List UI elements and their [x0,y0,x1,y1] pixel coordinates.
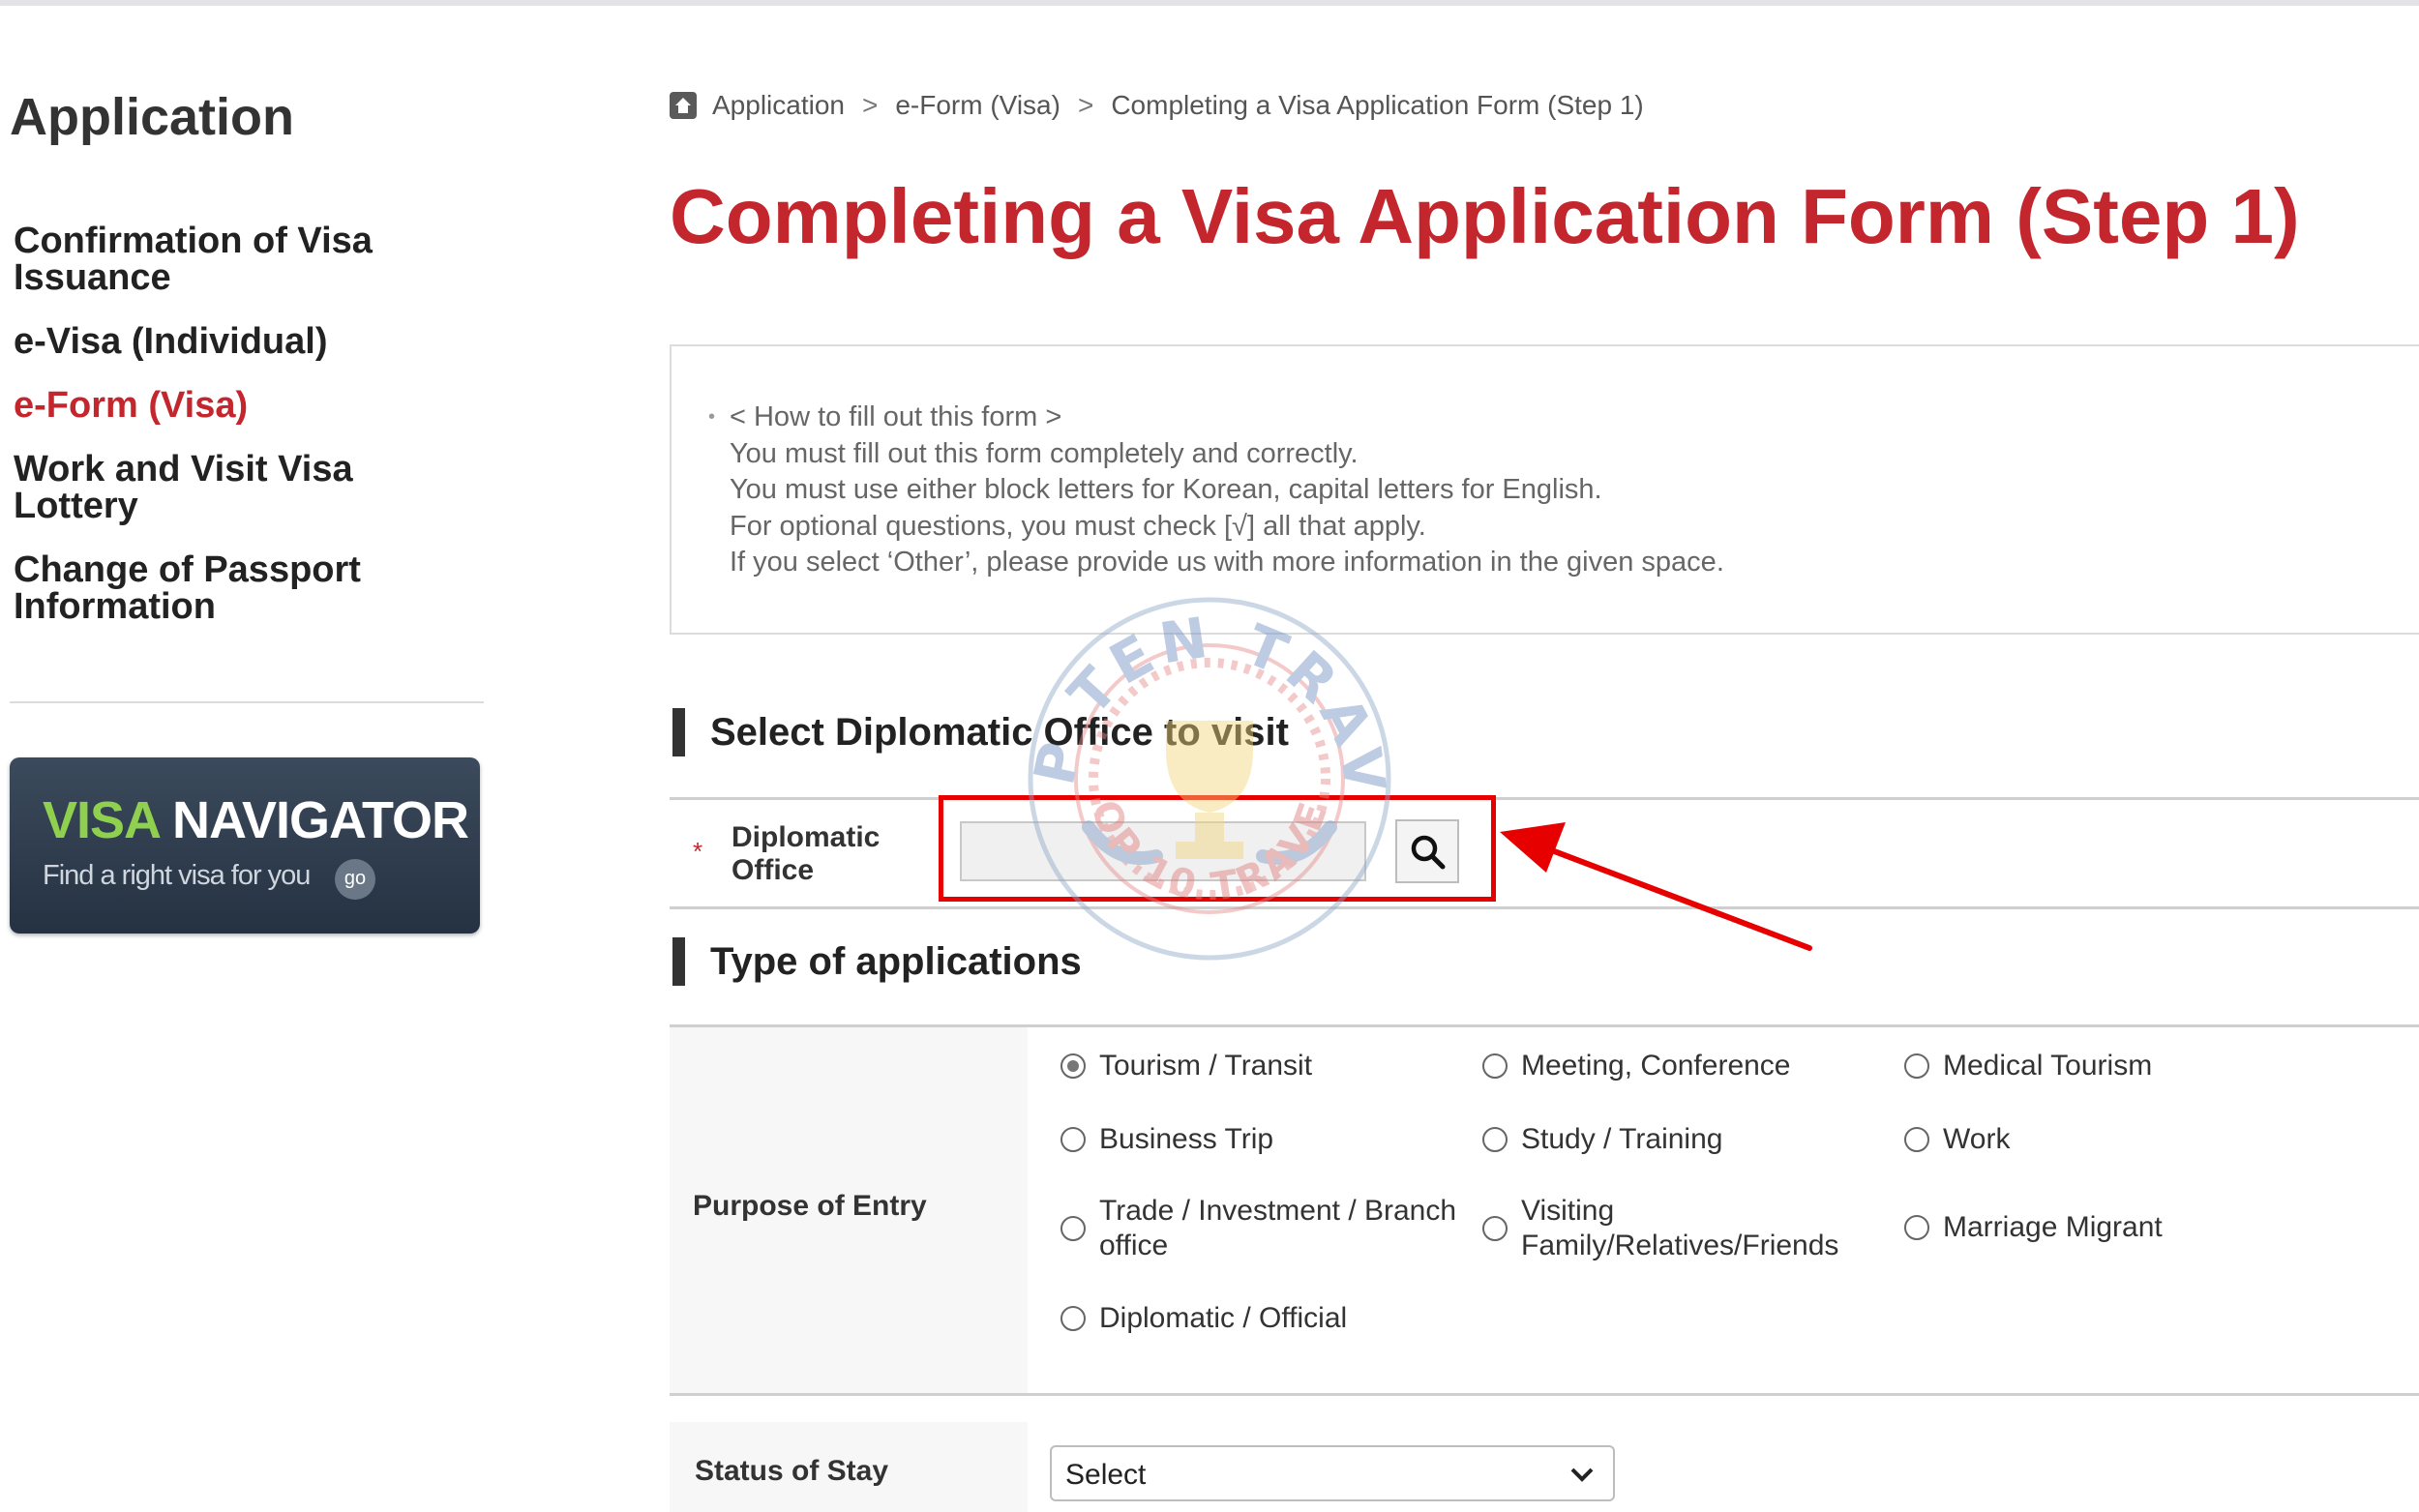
breadcrumb-item-e-form[interactable]: e-Form (Visa) [895,90,1060,121]
radio-button[interactable] [1060,1306,1086,1331]
breadcrumb-item-application[interactable]: Application [712,90,845,121]
radio-diplomatic-official[interactable]: Diplomatic / Official [1060,1301,1347,1336]
purpose-of-entry-table: Purpose of Entry Tourism / Transit Meeti… [670,1024,2419,1396]
radio-button[interactable] [1904,1053,1929,1079]
radio-meeting-conference[interactable]: Meeting, Conference [1482,1049,1791,1083]
sidebar-title: Application [10,88,294,146]
sidebar-item-e-form-visa[interactable]: e-Form (Visa) [14,387,468,424]
radio-button[interactable] [1904,1215,1929,1240]
visa-navigator-title: VISA NAVIGATOR [43,791,469,849]
breadcrumb-separator: > [861,90,879,120]
highlight-annotation-box [939,795,1496,902]
visa-navigator-banner[interactable]: VISA NAVIGATOR Find a right visa for you… [10,757,480,934]
radio-button[interactable] [1060,1127,1086,1152]
chevron-down-icon [1570,1468,1594,1482]
red-arrow-annotation [1500,822,1812,951]
instructions-line: If you select ‘Other’, please provide us… [730,547,1724,578]
breadcrumb-separator: > [1077,90,1094,120]
radio-medical-tourism[interactable]: Medical Tourism [1904,1049,2152,1083]
radio-tourism-transit[interactable]: Tourism / Transit [1060,1049,1312,1083]
breadcrumb: Application > e-Form (Visa) > Completing… [670,90,1644,121]
diplomatic-office-label: Diplomatic Office [732,821,881,886]
home-icon[interactable] [670,92,697,119]
radio-visiting-family-relatives-friends[interactable]: Visiting Family/Relatives/Friends [1482,1194,1838,1263]
top-bar [0,0,2419,6]
status-of-stay-label: Status of Stay [695,1455,889,1487]
required-mark: * [693,837,703,866]
radio-button[interactable] [1482,1053,1508,1079]
instructions-line: For optional questions, you must check [… [730,510,1426,542]
visa-navigator-subtitle: Find a right visa for you [43,860,311,891]
radio-button[interactable] [1482,1127,1508,1152]
status-of-stay-select[interactable]: Select [1050,1445,1615,1501]
purpose-of-entry-header-cell: Purpose of Entry [670,1027,1028,1393]
radio-business-trip[interactable]: Business Trip [1060,1122,1273,1157]
watermark-stamp: TOP TEN TRAVEL TOP 10 TRAVEL [997,585,1393,961]
radio-trade-investment-branch-office[interactable]: Trade / Investment / Branch office [1060,1194,1456,1263]
sidebar-item-e-visa-individual[interactable]: e-Visa (Individual) [14,323,468,360]
status-of-stay-selected-value: Select [1065,1459,1147,1491]
instructions-box: < How to fill out this form > You must f… [670,344,2419,635]
visa-navigator-go-button[interactable]: go [335,859,375,900]
radio-button-checked[interactable] [1060,1053,1086,1079]
instructions-line: You must fill out this form completely a… [730,437,1359,469]
radio-button[interactable] [1904,1127,1929,1152]
page-title: Completing a Visa Application Form (Step… [670,173,2300,259]
radio-study-training[interactable]: Study / Training [1482,1122,1722,1157]
instructions-line: You must use either block letters for Ko… [730,474,1602,505]
sidebar-item-work-and-visit-visa-lottery[interactable]: Work and Visit Visa Lottery [14,451,401,524]
status-of-stay-row: Status of Stay Select [670,1422,2419,1512]
section-title-type-of-applications: Type of applications [672,937,1082,986]
breadcrumb-item-current: Completing a Visa Application Form (Step… [1111,90,1644,120]
radio-marriage-migrant[interactable]: Marriage Migrant [1904,1210,2163,1245]
purpose-of-entry-label: Purpose of Entry [693,1190,927,1222]
section-title-diplomatic-office: Select Diplomatic Office to visit [672,708,1289,756]
radio-work[interactable]: Work [1904,1122,2010,1157]
instructions-heading: < How to fill out this form > [708,400,1724,436]
radio-button[interactable] [1060,1216,1086,1241]
sidebar-item-confirmation-of-visa-issuance[interactable]: Confirmation of Visa Issuance [14,222,420,296]
sidebar-divider [10,701,484,703]
radio-button[interactable] [1482,1216,1508,1241]
status-of-stay-header-cell: Status of Stay [670,1422,1028,1512]
sidebar-item-change-of-passport-information[interactable]: Change of Passport Information [14,551,401,625]
sidebar-nav: Confirmation of Visa Issuance e-Visa (In… [14,222,468,652]
